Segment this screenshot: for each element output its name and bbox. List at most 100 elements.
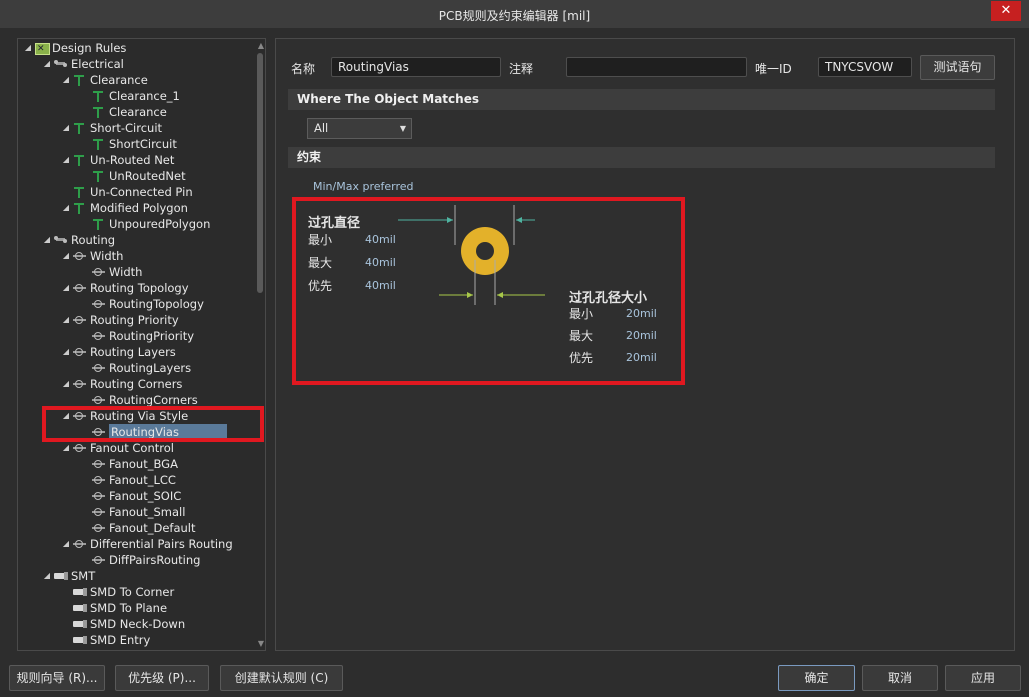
rule-icon — [91, 89, 107, 103]
hole-size-max-value[interactable]: 20mil — [626, 329, 657, 342]
rule-icon — [72, 153, 88, 167]
via-diameter-max-value[interactable]: 40mil — [365, 256, 396, 269]
scroll-down-icon[interactable]: ▼ — [258, 639, 264, 648]
tree-item[interactable]: RoutingTopology — [79, 296, 204, 312]
tree-item-label: SMD To Corner — [90, 585, 175, 599]
tree-item[interactable]: ◢ Routing Corners — [60, 376, 183, 392]
tree-item-label: Fanout Control — [90, 441, 174, 455]
window-title: PCB规则及约束编辑器 [mil] — [438, 9, 591, 23]
tree-item[interactable]: SMD Neck-Down — [60, 616, 185, 632]
expand-toggle-icon[interactable]: ◢ — [41, 56, 53, 72]
expand-toggle-icon[interactable]: ◢ — [60, 152, 72, 168]
tree-item[interactable]: ◢ Differential Pairs Routing — [60, 536, 233, 552]
tree-item[interactable]: SMD To Corner — [60, 584, 174, 600]
uid-input[interactable]: TNYCSVOW — [818, 57, 912, 77]
apply-button[interactable]: 应用 — [945, 665, 1021, 691]
tree-item[interactable]: Width — [79, 264, 142, 280]
routing-icon — [72, 249, 88, 263]
tree-item[interactable]: Fanout_Small — [79, 504, 185, 520]
tree-item[interactable]: Clearance — [79, 104, 167, 120]
routing-icon — [91, 521, 107, 535]
create-default-rules-button[interactable]: 创建默认规则 (C) — [220, 665, 343, 691]
via-diameter-max-label: 最大 — [308, 256, 333, 270]
hole-size-pref-label: 优先 — [569, 351, 594, 365]
scroll-up-icon[interactable]: ▲ — [258, 41, 264, 50]
tree-scrollbar-thumb[interactable] — [257, 53, 263, 293]
routing-icon — [91, 553, 107, 567]
tree-item-label: Fanout_SOIC — [109, 489, 182, 503]
title-bar: PCB规则及约束编辑器 [mil] ✕ — [0, 0, 1029, 29]
tree-item[interactable]: ◢ Routing — [41, 232, 115, 248]
expand-toggle-icon[interactable]: ◢ — [60, 248, 72, 264]
tree-item[interactable]: RoutingPriority — [79, 328, 194, 344]
hole-size-pref-value[interactable]: 20mil — [626, 351, 657, 364]
where-section-header: Where The Object Matches — [288, 89, 995, 110]
priority-button[interactable]: 优先级 (P)... — [115, 665, 209, 691]
via-diameter-min-value[interactable]: 40mil — [365, 233, 396, 246]
name-input[interactable]: RoutingVias — [331, 57, 501, 77]
tree-item[interactable]: ◢ Electrical — [41, 56, 124, 72]
tree-item[interactable]: SMD To Plane — [60, 600, 167, 616]
tree-item[interactable]: UnpouredPolygon — [79, 216, 210, 232]
tree-item[interactable]: ◢ Routing Topology — [60, 280, 189, 296]
hole-size-min-value[interactable]: 20mil — [626, 307, 657, 320]
tree-item[interactable]: ShortCircuit — [79, 136, 177, 152]
tree-item[interactable]: Fanout_BGA — [79, 456, 178, 472]
tree-item[interactable]: Fanout_Default — [79, 520, 196, 536]
via-diameter-pref-value[interactable]: 40mil — [365, 279, 396, 292]
tree-item[interactable]: ◢ Short-Circuit — [60, 120, 162, 136]
tree-item[interactable]: RoutingLayers — [79, 360, 191, 376]
tree-item[interactable]: ◢ Width — [60, 248, 124, 264]
expand-toggle-icon[interactable]: ◢ — [41, 568, 53, 584]
expand-toggle-icon[interactable]: ◢ — [60, 376, 72, 392]
tree-item[interactable]: ◢ Routing Layers — [60, 344, 176, 360]
hole-size-title: 过孔孔径大小 — [569, 291, 648, 306]
tree-item[interactable]: ◢ Modified Polygon — [60, 200, 188, 216]
constraints-section-header: 约束 — [288, 147, 995, 168]
tree-item-label: Routing Layers — [90, 345, 176, 359]
tree-item[interactable]: DiffPairsRouting — [79, 552, 200, 568]
tree-item-label: RoutingLayers — [109, 361, 192, 375]
via-hole-shape — [476, 242, 494, 260]
expand-toggle-icon[interactable]: ◢ — [60, 280, 72, 296]
rules-tree[interactable]: ◢Design Rules◢Electrical◢ClearanceCleara… — [17, 38, 266, 651]
tree-item[interactable]: Un-Connected Pin — [60, 184, 193, 200]
comment-input[interactable] — [566, 57, 747, 77]
object-match-value: All — [314, 121, 329, 135]
tree-item[interactable]: Fanout_SOIC — [79, 488, 181, 504]
cancel-button[interactable]: 取消 — [862, 665, 938, 691]
tree-item[interactable]: Clearance_1 — [79, 88, 180, 104]
expand-toggle-icon[interactable]: ◢ — [60, 120, 72, 136]
tree-item[interactable]: ◢ Design Rules — [22, 40, 127, 57]
close-button[interactable]: ✕ — [991, 1, 1021, 21]
tree-item-label: RoutingTopology — [109, 297, 204, 311]
expand-toggle-icon[interactable]: ◢ — [60, 536, 72, 552]
expand-toggle-icon[interactable]: ◢ — [22, 40, 34, 56]
expand-toggle-icon[interactable]: ◢ — [60, 312, 72, 328]
tree-item[interactable]: ◢ Fanout Control — [60, 440, 174, 456]
tree-item-label: Routing Topology — [90, 281, 189, 295]
tree-item[interactable]: ◢ Un-Routed Net — [60, 152, 174, 168]
tree-item[interactable]: ◢ Clearance — [60, 72, 148, 88]
expand-toggle-icon[interactable]: ◢ — [60, 200, 72, 216]
expand-toggle-icon[interactable]: ◢ — [60, 344, 72, 360]
tree-item-label: RoutingPriority — [109, 329, 195, 343]
tree-item[interactable]: SMD Entry — [60, 632, 150, 648]
rule-wizard-button[interactable]: 规则向导 (R)... — [9, 665, 105, 691]
tree-item-label: Differential Pairs Routing — [90, 537, 233, 551]
tree-item[interactable]: Fanout_LCC — [79, 472, 176, 488]
expand-toggle-icon[interactable]: ◢ — [41, 232, 53, 248]
ok-button[interactable]: 确定 — [778, 665, 855, 691]
tree-item[interactable]: ◢ Routing Priority — [60, 312, 179, 328]
tree-item-label: Clearance — [109, 105, 167, 119]
expand-toggle-icon[interactable]: ◢ — [60, 72, 72, 88]
tree-item-label: Design Rules — [52, 41, 127, 55]
object-match-select[interactable]: All ▼ — [307, 118, 412, 139]
smd-icon — [53, 569, 69, 583]
test-query-button[interactable]: 测试语句 — [920, 55, 995, 80]
routing-icon — [91, 505, 107, 519]
routing-icon — [72, 281, 88, 295]
tree-item[interactable]: UnRoutedNet — [79, 168, 186, 184]
tree-item[interactable]: ◢ SMT — [41, 568, 95, 584]
expand-toggle-icon[interactable]: ◢ — [60, 440, 72, 456]
